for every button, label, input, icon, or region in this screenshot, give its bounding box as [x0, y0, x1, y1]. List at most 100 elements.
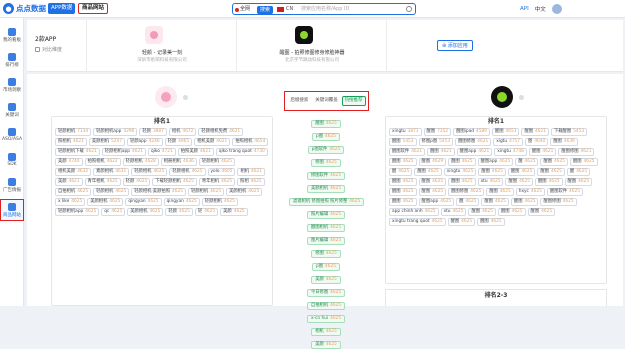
keyword-chip[interactable]: 修图软件 4625 — [306, 172, 346, 180]
keyword-chip[interactable]: xingtu 4748 — [494, 148, 527, 156]
keyword-chip[interactable]: yolo 4605 — [207, 168, 236, 176]
keyword-chip[interactable]: 轻颜相机 7134 — [55, 128, 92, 136]
keyword-chip[interactable]: 素颜相机 4631 — [93, 168, 130, 176]
sidebar-item-ranking[interactable]: 排行榜 — [0, 49, 24, 71]
keyword-chip[interactable]: 醒图app 4625 — [477, 158, 514, 166]
keyword-chip[interactable]: 照相机 4621 — [55, 138, 87, 146]
keyword-chip[interactable]: 美颜 4625 — [311, 341, 341, 349]
keyword-chip[interactable]: p图 4625 — [312, 133, 340, 141]
keyword-chip[interactable]: p图 4625 — [312, 263, 340, 271]
keyword-chip[interactable]: 轻颜相机 4625 — [198, 158, 236, 166]
keyword-chip[interactable]: 醒 4625 — [456, 198, 480, 206]
keyword-chip[interactable]: 醒图 4625 — [447, 218, 476, 226]
keyword-chip[interactable]: 轻 4625 — [194, 208, 219, 216]
keyword-chip[interactable]: xingtu 4625 — [443, 168, 477, 176]
keyword-chip[interactable]: 美颜相机 4625 — [87, 198, 124, 206]
keyword-chip[interactable]: 美颜相机 5247 — [88, 138, 125, 146]
keyword-chip[interactable]: 美颜 4625 — [220, 208, 248, 216]
keyword-chip[interactable]: 醒图 4625 — [507, 168, 536, 176]
keyword-chip[interactable]: 醒图ipad 4589 — [453, 128, 490, 136]
keyword-chip[interactable]: 醒图修图 4625 — [540, 198, 577, 206]
keyword-chip[interactable]: qiko 4721 — [147, 148, 176, 156]
keyword-chip[interactable]: 图片编辑 4625 — [306, 237, 346, 245]
search-type-button[interactable]: 搜索 — [257, 5, 274, 14]
keyword-chip[interactable]: 醒图 4625 — [481, 198, 509, 206]
sidebar-item-aso[interactable]: ASO/ASA — [0, 124, 24, 146]
keyword-chip[interactable]: 美颜 4740 — [55, 158, 83, 166]
keyword-chip[interactable]: 相机美颜 4632 — [55, 168, 92, 176]
lang-switch[interactable]: 中文 — [535, 5, 546, 13]
keyword-chip[interactable]: 醒图 4625 — [510, 198, 539, 206]
keyword-chip[interactable]: 醒图修图 4625 — [448, 188, 485, 196]
compare-app-b[interactable]: 醒图 - 拍照修图修身修脸神器 北京字节跳动科技有限公司 — [237, 20, 387, 72]
keyword-chip[interactable]: 轻颜 4625 — [122, 178, 151, 186]
keyword-chip[interactable]: 美颜 4621 — [55, 178, 83, 186]
sidebar-item-market[interactable]: 市场洞察 — [0, 74, 24, 96]
compare-app-a[interactable]: 轻颜 - 记录美一刻 深圳市脸萌科技有限公司 — [87, 20, 237, 72]
keyword-chip[interactable]: 醒图 4625 — [537, 168, 565, 176]
keyword-chip[interactable]: p图软件 4625 — [307, 146, 345, 154]
keyword-chip[interactable]: 相机 4625 — [311, 328, 341, 336]
keyword-chip[interactable]: 醒图相机 4625 — [306, 224, 346, 232]
keyword-chip[interactable]: 醒图 4621 — [528, 148, 557, 156]
keyword-chip[interactable]: 拍照相机 4654 — [232, 138, 269, 146]
keyword-chip[interactable]: 轻颜相机 4625 — [93, 188, 130, 196]
keyword-chip[interactable]: xtu 4625 — [440, 208, 467, 216]
keyword-chip[interactable]: 醒图 4625 — [486, 188, 514, 196]
keyword-chip[interactable]: hxyc 4625 — [515, 188, 545, 196]
keyword-chip[interactable]: 醒图 4625 — [540, 158, 568, 166]
keyword-chip[interactable]: 醒 4625 — [389, 168, 413, 176]
sidebar-item-dashboard[interactable]: 我的看板 — [0, 24, 24, 46]
tab-keyword-coverage[interactable]: 关键词覆盖 — [312, 96, 341, 106]
keyword-chip[interactable]: 醒图 7352 — [423, 128, 452, 136]
keyword-chip[interactable]: xtu 4625 — [477, 178, 504, 186]
keyword-chip[interactable]: 相机美颜 4621 — [194, 138, 231, 146]
search-scope-select[interactable]: 全网 — [235, 5, 250, 14]
keyword-chip[interactable]: 轻颜相机下载 4621 — [55, 148, 100, 156]
keyword-chip[interactable]: 醒图 4625 — [389, 188, 417, 196]
logo[interactable]: ● 点点数据 — [3, 3, 46, 14]
keyword-chip[interactable]: 轻颜相机免费 4621 — [198, 128, 244, 136]
keyword-chip[interactable]: 轻颜 4965 — [164, 138, 193, 146]
keyword-chip[interactable]: 醒 4625 — [515, 158, 539, 166]
keyword-chip[interactable]: 自拍相机 4625 — [55, 188, 92, 196]
keyword-chip[interactable]: 照相 4625 — [237, 178, 265, 186]
keyword-chip[interactable]: 醒图 4625 — [448, 158, 476, 166]
sidebar-item-shop[interactable]: 商品网站 — [0, 199, 24, 221]
keyword-chip[interactable]: 醒图 4629 — [418, 158, 447, 166]
keyword-chip[interactable]: 醒图 4625 — [389, 158, 417, 166]
keyword-chip[interactable]: 醒图 4625 — [311, 120, 341, 128]
sidebar-item-ad[interactable]: 广告情报 — [0, 174, 24, 196]
keyword-chip[interactable]: 醒图 4625 — [527, 208, 556, 216]
keyword-chip[interactable]: 轻颜相机 4625 — [169, 168, 206, 176]
keyword-chip[interactable]: 轻颜相机 4628 — [122, 158, 159, 166]
keyword-chip[interactable]: qingyan 4625 — [125, 198, 162, 206]
sidebar-item-sdk[interactable]: SDK — [0, 149, 24, 171]
keyword-chip[interactable]: 照片编辑 4625 — [306, 211, 346, 219]
keyword-chip[interactable]: 相机 4621 — [237, 168, 265, 176]
keyword-chip[interactable]: 醒图 4621 — [427, 148, 455, 156]
keyword-chip[interactable]: 下载醒图 5453 — [550, 128, 588, 136]
sidebar-item-keyword[interactable]: 关键词 — [0, 99, 24, 121]
api-link[interactable]: API — [520, 6, 529, 12]
keyword-chip[interactable]: 醒图 4625 — [414, 168, 442, 176]
keyword-chip[interactable]: 今日修图 4625 — [306, 289, 346, 297]
keyword-chip[interactable]: 下载轻颜相机 4625 — [152, 178, 197, 186]
keyword-chip[interactable]: 轻颜相机app 4625 — [55, 208, 100, 216]
keyword-chip[interactable]: xingtu 3871 — [389, 128, 422, 136]
keyword-chip[interactable]: 醒图app 4621 — [456, 148, 493, 156]
keyword-chip[interactable]: 醒图 4653 — [491, 128, 520, 136]
keyword-chip[interactable]: 轻颜app 4246 — [126, 138, 163, 146]
keyword-chip[interactable]: 修图p图 5453 — [418, 138, 454, 146]
keyword-chip[interactable]: 相机 4672 — [168, 128, 197, 136]
keyword-chip[interactable]: 轻颜相机·美颜拍照 4625 — [131, 188, 186, 196]
nav-product-site[interactable]: 商品网站 — [78, 3, 109, 14]
keyword-chip[interactable]: 醒图 4625 — [389, 178, 417, 186]
keyword-chip[interactable]: 青年相机 4625 — [84, 178, 121, 186]
keyword-chip[interactable]: x-cn hui 4625 — [306, 315, 346, 323]
keyword-chip[interactable]: xingtu trang quot 4625 — [389, 218, 446, 226]
tab-hot-search[interactable]: 热搜推荐 — [341, 96, 366, 106]
keyword-chip[interactable]: 自拍相机 4625 — [306, 302, 346, 310]
search-icon[interactable] — [406, 6, 412, 12]
keyword-chip[interactable]: 图 4640 — [525, 138, 549, 146]
